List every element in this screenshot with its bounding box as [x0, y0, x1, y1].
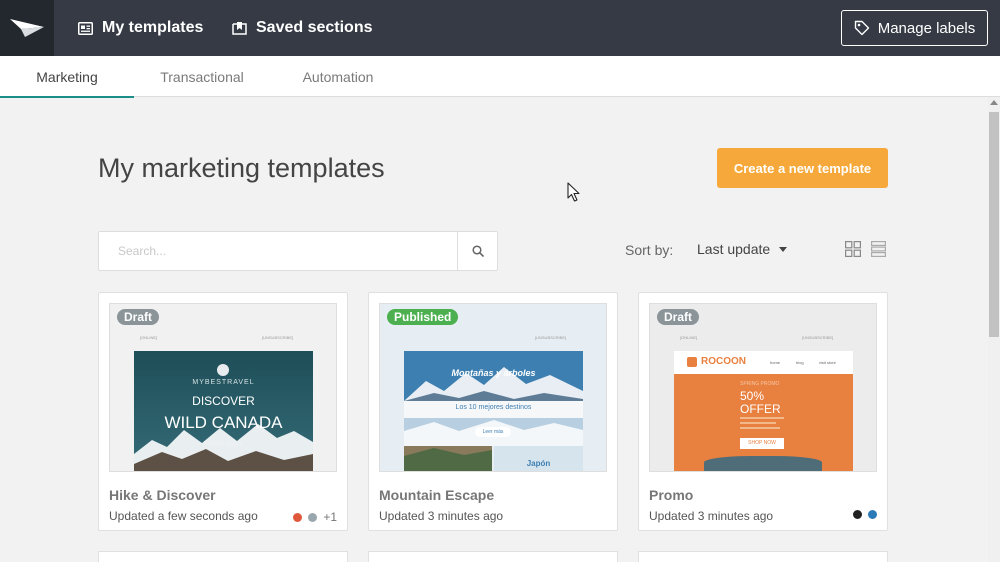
preview-kicker: SPRING PROMO — [740, 381, 780, 387]
template-icon — [78, 21, 93, 35]
preview-logo — [217, 364, 229, 376]
app-logo[interactable] — [0, 0, 54, 56]
preview-text-line — [740, 422, 776, 424]
tab-marketing[interactable]: Marketing — [0, 56, 134, 98]
template-preview: [ONLINE] [UNSUBSCRIBE] ROCOON home blog … — [649, 303, 877, 472]
search-icon — [471, 245, 484, 257]
preview-product-image — [704, 456, 822, 471]
tab-transactional-label: Transactional — [160, 68, 244, 85]
preview-brand: ROCOON — [701, 356, 746, 367]
preview-headline: Montañas y árboles — [451, 368, 536, 378]
top-navigation-bar: My templates Saved sections Manage label… — [0, 0, 1000, 56]
color-labels: +1 — [287, 510, 337, 524]
search-box — [98, 231, 498, 271]
preview-price: FROM 899 € — [203, 441, 244, 448]
label-color-dot — [293, 512, 303, 522]
preview-top-link: [UNSUBSCRIBE] — [262, 335, 294, 340]
template-name: Promo — [649, 487, 694, 503]
manage-labels-label: Manage labels — [877, 19, 976, 37]
preview-menu: blog — [796, 360, 804, 365]
preview-top-link: [UNSUBSCRIBE] — [535, 335, 567, 340]
search-button[interactable] — [457, 232, 497, 270]
nav-my-templates[interactable]: My templates — [78, 0, 203, 56]
nav-my-templates-label: My templates — [102, 19, 204, 36]
search-input[interactable] — [99, 232, 458, 270]
saved-section-icon — [232, 22, 247, 35]
template-category-tabs: Marketing Transactional Automation — [0, 56, 1000, 98]
scroll-up-arrow-icon[interactable] — [990, 100, 998, 105]
template-card[interactable] — [98, 551, 348, 562]
preview-brand: MYBESTRAVEL — [192, 379, 255, 386]
grid-view-icon[interactable] — [845, 241, 861, 262]
template-card[interactable]: [ONLINE] [UNSUBSCRIBE] MYBESTRAVEL DISCO… — [98, 292, 348, 531]
status-badge: Published — [387, 309, 459, 325]
template-updated: Updated 3 minutes ago — [379, 509, 504, 523]
template-card[interactable] — [638, 551, 888, 562]
scrollbar-thumb[interactable] — [989, 112, 999, 337]
manage-labels-button[interactable]: Manage labels — [841, 10, 988, 46]
preview-cta: Leer más — [475, 427, 511, 437]
preview-offer: OFFER — [740, 402, 781, 416]
status-badge: Draft — [657, 309, 700, 325]
template-updated: Updated 3 minutes ago — [649, 509, 774, 523]
preview-cta: SHOP NOW — [740, 438, 784, 449]
tag-icon — [854, 20, 869, 36]
more-labels-count: +1 — [323, 510, 337, 524]
sort-value: Last update — [697, 241, 771, 257]
preview-percent: 50% — [740, 389, 765, 403]
tab-automation-label: Automation — [302, 68, 374, 85]
template-card[interactable]: [UNSUBSCRIBE] Montañas y árboles Los 10 … — [368, 292, 618, 531]
preview-top-link: [ONLINE] — [140, 335, 158, 340]
template-name: Mountain Escape — [379, 487, 495, 503]
tab-automation[interactable]: Automation — [270, 56, 406, 97]
preview-text-line — [740, 427, 780, 429]
caret-down-icon — [779, 246, 788, 252]
color-labels — [847, 510, 877, 519]
template-preview: [UNSUBSCRIBE] Montañas y árboles Los 10 … — [379, 303, 607, 472]
template-name: Hike & Discover — [109, 487, 216, 503]
page-title: My marketing templates — [98, 153, 385, 183]
paper-plane-logo-icon — [10, 19, 44, 37]
label-color-dot — [853, 510, 862, 519]
preview-heading-1: DISCOVER — [192, 394, 255, 408]
preview-heading-2: WILD CANADA — [164, 413, 283, 432]
template-updated: Updated a few seconds ago — [109, 509, 258, 523]
list-view-icon[interactable] — [871, 241, 887, 262]
create-template-button[interactable]: Create a new template — [717, 148, 888, 188]
preview-text-line — [740, 417, 784, 419]
preview-subheading: Los 10 mejores destinos — [455, 404, 532, 411]
preview-caption: Japón — [526, 459, 551, 468]
preview-top-link: [ONLINE] — [680, 335, 698, 340]
preview-menu: home — [770, 360, 781, 365]
preview-menu: visit store — [819, 360, 836, 365]
status-badge: Draft — [117, 309, 160, 325]
nav-saved-sections[interactable]: Saved sections — [232, 0, 373, 56]
preview-top-link: [UNSUBSCRIBE] — [802, 335, 834, 340]
mouse-cursor-icon — [567, 182, 580, 202]
tab-transactional[interactable]: Transactional — [134, 56, 270, 97]
sort-label: Sort by: — [625, 242, 674, 258]
template-card[interactable]: [ONLINE] [UNSUBSCRIBE] ROCOON home blog … — [638, 292, 888, 531]
template-preview: [ONLINE] [UNSUBSCRIBE] MYBESTRAVEL DISCO… — [109, 303, 337, 472]
sort-dropdown[interactable]: Last update — [697, 241, 788, 257]
label-color-dot — [868, 510, 877, 519]
template-card[interactable] — [368, 551, 618, 562]
tab-marketing-label: Marketing — [36, 68, 98, 85]
nav-saved-sections-label: Saved sections — [256, 19, 373, 36]
label-color-dot — [308, 512, 318, 522]
preview-logo — [687, 357, 697, 367]
